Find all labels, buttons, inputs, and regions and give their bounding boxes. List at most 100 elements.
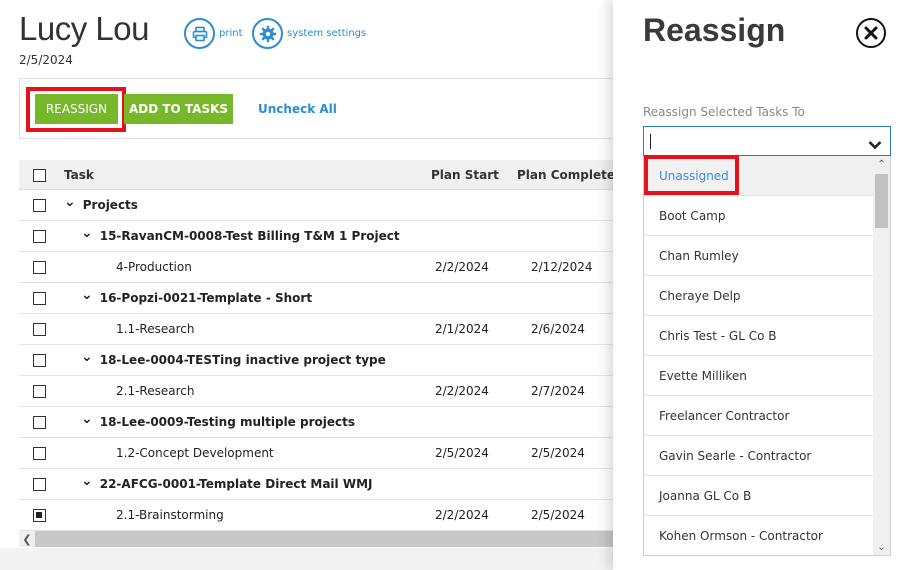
- row-checkbox[interactable]: [33, 447, 46, 460]
- task-label: 18-Lee-0009-Testing multiple projects: [99, 415, 355, 429]
- panel-title: Reassign: [643, 12, 786, 48]
- row-checkbox[interactable]: [33, 230, 46, 243]
- scrollbar-thumb[interactable]: [875, 174, 888, 228]
- table-row[interactable]: ⌄ 22-AFCG-0001-Template Direct Mail WMJ: [19, 469, 613, 500]
- uncheck-all-link[interactable]: Uncheck All: [258, 102, 337, 116]
- reassign-field-label: Reassign Selected Tasks To: [643, 105, 805, 119]
- row-checkbox[interactable]: [33, 509, 46, 522]
- page-title: Lucy Lou: [19, 10, 149, 47]
- reassign-button[interactable]: REASSIGN: [35, 94, 118, 124]
- row-checkbox[interactable]: [33, 416, 46, 429]
- task-cell: 2.1-Brainstorming: [116, 500, 224, 530]
- column-header-plan-start[interactable]: Plan Start: [431, 160, 499, 189]
- table-row[interactable]: 2.1-Research 2/2/2024 2/7/2024: [19, 376, 613, 407]
- expand-chevron-icon[interactable]: ⌄: [81, 226, 93, 240]
- page-date: 2/5/2024: [19, 53, 73, 67]
- assignee-options-list: Unassigned Boot Camp Chan Rumley Cheraye De…: [643, 156, 891, 556]
- task-label: 2.1-Research: [116, 384, 195, 398]
- table-row[interactable]: 4-Production 2/2/2024 2/12/2024: [19, 252, 613, 283]
- table-row[interactable]: ⌄ Projects: [19, 190, 613, 221]
- printer-icon: [184, 18, 215, 49]
- row-checkbox[interactable]: [33, 385, 46, 398]
- task-label: 1.1-Research: [116, 322, 195, 336]
- print-label: print: [219, 28, 243, 39]
- plan-complete-cell: 2/5/2024: [531, 446, 585, 460]
- footer-strip: [0, 548, 613, 570]
- task-label: 15-RavanCM-0008-Test Billing T&M 1 Proje…: [99, 229, 400, 243]
- add-to-tasks-button[interactable]: ADD TO TASKS: [124, 94, 233, 124]
- assignee-option[interactable]: Chan Rumley: [644, 236, 873, 276]
- row-checkbox[interactable]: [33, 292, 46, 305]
- task-label: 16-Popzi-0021-Template - Short: [99, 291, 313, 305]
- column-header-plan-complete[interactable]: Plan Complete: [517, 160, 613, 189]
- page: Lucy Lou 2/5/2024 print system settings …: [0, 0, 907, 570]
- chevron-down-icon[interactable]: [868, 135, 882, 154]
- assignee-option[interactable]: Cheraye Delp: [644, 276, 873, 316]
- options-container: Unassigned Boot Camp Chan Rumley Cheraye De…: [644, 156, 890, 555]
- assignee-select-input[interactable]: [643, 126, 891, 156]
- task-cell: ⌄ 15-RavanCM-0008-Test Billing T&M 1 Proj…: [81, 221, 400, 251]
- task-cell: 1.1-Research: [116, 314, 194, 344]
- expand-chevron-icon[interactable]: ⌄: [81, 412, 93, 426]
- row-checkbox[interactable]: [33, 199, 46, 212]
- expand-chevron-icon[interactable]: ⌄: [81, 350, 93, 364]
- options-scrollbar[interactable]: ⌃ ⌄: [873, 156, 890, 555]
- system-settings-link[interactable]: system settings: [252, 18, 366, 49]
- plan-start-cell: 2/2/2024: [435, 384, 489, 398]
- plan-start-cell: 2/1/2024: [435, 322, 489, 336]
- expand-chevron-icon[interactable]: ⌄: [81, 474, 93, 488]
- chevron-up-icon[interactable]: ⌃: [873, 156, 890, 172]
- assignee-option[interactable]: Boot Camp: [644, 196, 873, 236]
- table-body: ⌄ Projects ⌄ 15-RavanCM-0008-Test Billing T…: [19, 190, 613, 531]
- system-settings-label: system settings: [287, 28, 367, 39]
- plan-complete-cell: 2/6/2024: [531, 322, 585, 336]
- reassign-panel: Reassign Reassign Selected Tasks To Unas…: [613, 0, 907, 570]
- task-cell: ⌄ 22-AFCG-0001-Template Direct Mail WMJ: [81, 469, 372, 499]
- unassigned-highlight: [644, 155, 739, 195]
- task-cell: 1.2-Concept Development: [116, 438, 274, 468]
- plan-start-cell: 2/2/2024: [435, 508, 489, 522]
- row-checkbox[interactable]: [33, 354, 46, 367]
- task-label: 18-Lee-0004-TESTing inactive project typ…: [99, 353, 386, 367]
- chevron-down-small-icon[interactable]: ⌄: [873, 539, 890, 555]
- assignee-option[interactable]: Freelancer Contractor: [644, 396, 873, 436]
- row-checkbox[interactable]: [33, 478, 46, 491]
- task-table: Task Plan Start Plan Complete ⌄ Projects ⌄…: [19, 160, 613, 531]
- table-row[interactable]: 2.1-Brainstorming 2/2/2024 2/5/2024: [19, 500, 613, 531]
- assignee-option[interactable]: Chris Test - GL Co B: [644, 316, 873, 356]
- row-checkbox[interactable]: [33, 261, 46, 274]
- assignee-option[interactable]: Evette Milliken: [644, 356, 873, 396]
- plan-start-cell: 2/2/2024: [435, 260, 489, 274]
- task-cell: 2.1-Research: [116, 376, 194, 406]
- table-row[interactable]: ⌄ 18-Lee-0004-TESTing inactive project ty…: [19, 345, 613, 376]
- task-cell: ⌄ 18-Lee-0004-TESTing inactive project ty…: [81, 345, 386, 375]
- table-row[interactable]: 1.2-Concept Development 2/5/2024 2/5/2024: [19, 438, 613, 469]
- task-cell: ⌄ Projects: [64, 190, 138, 220]
- assignee-option[interactable]: Kohen Ormson - Contractor: [644, 516, 873, 555]
- table-row[interactable]: ⌄ 15-RavanCM-0008-Test Billing T&M 1 Proj…: [19, 221, 613, 252]
- select-all-checkbox[interactable]: [33, 168, 46, 182]
- task-cell: 4-Production: [116, 252, 192, 282]
- task-cell: ⌄ 16-Popzi-0021-Template - Short: [81, 283, 312, 313]
- print-link[interactable]: print: [184, 18, 243, 49]
- task-label: Projects: [82, 198, 138, 212]
- plan-complete-cell: 2/12/2024: [531, 260, 593, 274]
- text-cursor: [650, 134, 651, 149]
- scroll-left-icon[interactable]: ❮: [19, 531, 35, 547]
- main-content: Lucy Lou 2/5/2024 print system settings …: [0, 0, 613, 570]
- row-checkbox[interactable]: [33, 323, 46, 336]
- assignee-option[interactable]: Joanna GL Co B: [644, 476, 873, 516]
- table-header: Task Plan Start Plan Complete: [19, 160, 613, 190]
- column-header-task[interactable]: Task: [64, 160, 94, 189]
- table-row[interactable]: 1.1-Research 2/1/2024 2/6/2024: [19, 314, 613, 345]
- plan-complete-cell: 2/5/2024: [531, 508, 585, 522]
- expand-chevron-icon[interactable]: ⌄: [64, 195, 76, 209]
- assignee-option[interactable]: Gavin Searle - Contractor: [644, 436, 873, 476]
- plan-start-cell: 2/5/2024: [435, 446, 489, 460]
- table-row[interactable]: ⌄ 18-Lee-0009-Testing multiple projects: [19, 407, 613, 438]
- expand-chevron-icon[interactable]: ⌄: [81, 288, 93, 302]
- gear-icon: [252, 18, 283, 49]
- close-icon[interactable]: [856, 18, 886, 48]
- horizontal-scrollbar[interactable]: ❮: [19, 531, 613, 547]
- table-row[interactable]: ⌄ 16-Popzi-0021-Template - Short: [19, 283, 613, 314]
